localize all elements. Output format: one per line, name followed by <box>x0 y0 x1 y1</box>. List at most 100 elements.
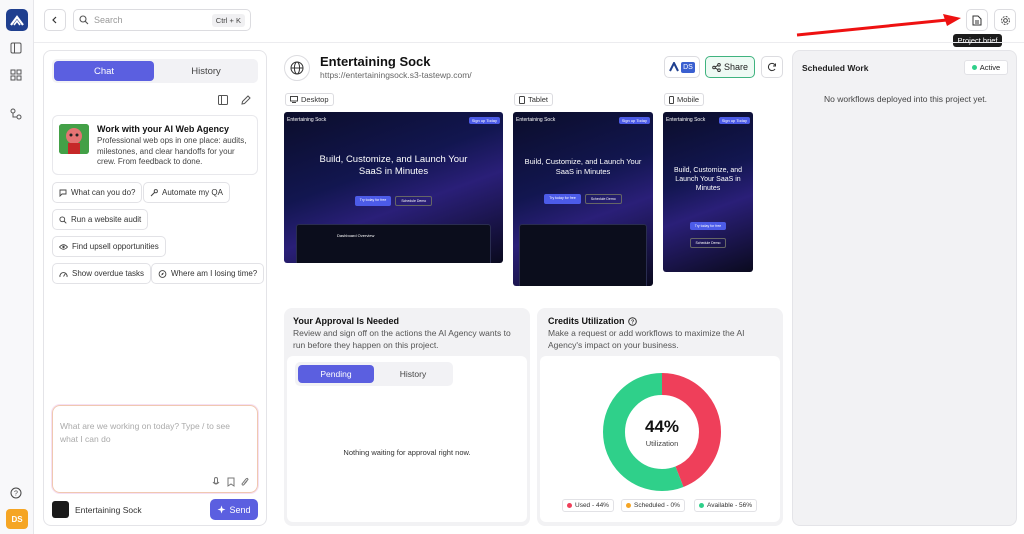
chat-bubble-icon <box>59 189 67 197</box>
desktop-label-text: Desktop <box>301 95 329 104</box>
preview-secondary-cta: Schedule Demo <box>689 238 727 248</box>
credits-content: 44% Utilization Used - 44% Scheduled - 0… <box>540 356 780 522</box>
help-icon[interactable]: ? <box>627 316 637 326</box>
agency-logo-icon <box>669 62 680 72</box>
document-icon <box>972 15 982 25</box>
user-avatar[interactable]: DS <box>6 509 28 529</box>
legend-used-label: Used - 44% <box>575 502 609 509</box>
preview-hero: Build, Customize, and Launch Your SaaS i… <box>319 154 468 177</box>
tablet-preview[interactable]: Entertaining Sock Sign up Today Build, C… <box>513 112 653 286</box>
approval-tabs: Pending History <box>295 362 453 386</box>
preview-primary-cta-row: Try today for free <box>663 222 753 230</box>
preview-primary-cta: Try today for free <box>544 194 581 204</box>
share-button[interactable]: Share <box>705 56 755 78</box>
search-icon <box>79 15 89 25</box>
status-label: Active <box>979 63 1001 72</box>
search-input[interactable]: Search Ctrl + K <box>73 9 251 31</box>
send-label: Send <box>229 504 251 515</box>
site-favicon <box>284 55 310 81</box>
new-chat-icon[interactable] <box>240 94 252 106</box>
agency-badge: DS <box>681 61 695 73</box>
tab-approval-history[interactable]: History <box>375 365 451 383</box>
desktop-preview[interactable]: Entertaining Sock Sign up Today Build, C… <box>284 112 503 263</box>
paperclip-icon[interactable] <box>241 477 249 487</box>
legend-available-label: Available - 56% <box>707 502 753 509</box>
phone-icon <box>669 95 674 104</box>
suggestion-label: What can you do? <box>71 188 136 197</box>
suggestion-label: Where am I losing time? <box>171 269 258 278</box>
microphone-icon[interactable] <box>212 477 220 487</box>
eye-icon <box>59 243 68 250</box>
project-brief-button[interactable] <box>966 9 988 31</box>
suggestion-chip[interactable]: Automate my QA <box>143 182 230 203</box>
globe-icon <box>290 61 304 75</box>
suggestion-chip[interactable]: Show overdue tasks <box>52 263 152 284</box>
scheduled-empty-state: No workflows deployed into this project … <box>824 94 987 104</box>
legend-available: Available - 56% <box>694 499 758 512</box>
mobile-preview[interactable]: Entertaining Sock Sign up Today Build, C… <box>663 112 753 272</box>
refresh-icon <box>767 62 776 72</box>
preview-secondary-cta-row: Schedule Demo <box>663 238 753 248</box>
preview-site-name: Entertaining Sock <box>666 117 706 123</box>
preview-nav-button: Sign up Today <box>618 116 650 124</box>
grid-icon[interactable] <box>8 67 24 83</box>
credits-card: Credits Utilization ? Make a request or … <box>537 308 783 526</box>
scheduled-work-title: Scheduled Work <box>802 63 869 73</box>
preview-primary-cta: Try today for free <box>689 222 727 230</box>
share-label: Share <box>723 62 749 72</box>
legend-used-swatch <box>567 503 572 508</box>
project-url[interactable]: https://entertainingsock.s3-tastewp.com/ <box>320 70 472 80</box>
search-icon <box>59 215 67 224</box>
chat-panel: Chat History Work with your AI Web Agenc… <box>43 50 267 526</box>
tab-chat[interactable]: Chat <box>54 61 154 81</box>
chat-tabs: Chat History <box>52 59 258 83</box>
bookmark-icon[interactable] <box>227 477 235 487</box>
welcome-card: Work with your AI Web Agency Professiona… <box>52 115 258 175</box>
suggestion-chip[interactable]: Run a website audit <box>52 209 149 230</box>
tab-history[interactable]: History <box>156 61 256 81</box>
settings-button[interactable] <box>994 9 1016 31</box>
project-thumbnail <box>52 501 69 518</box>
preview-primary-cta: Try today for free <box>354 196 392 206</box>
left-rail: ? DS <box>0 0 34 534</box>
donut-center: 44% Utilization <box>602 372 722 492</box>
suggestion-chip[interactable]: Find upsell opportunities <box>52 236 166 257</box>
app-logo[interactable] <box>6 9 28 31</box>
suggestion-label: Find upsell opportunities <box>72 242 159 251</box>
suggestion-label: Automate my QA <box>162 188 223 197</box>
search-placeholder: Search <box>94 15 123 25</box>
preview-dashboard <box>519 224 647 286</box>
legend-scheduled: Scheduled - 0% <box>621 499 685 512</box>
welcome-title: Work with your AI Web Agency <box>97 124 230 134</box>
chat-composer[interactable]: What are we working on today? Type / to … <box>52 405 258 493</box>
welcome-description: Professional web ops in one place: audit… <box>97 136 247 166</box>
suggestion-chip[interactable]: Where am I losing time? <box>151 263 265 284</box>
credits-title-row: Credits Utilization ? <box>548 316 637 326</box>
send-button[interactable]: Send <box>210 499 258 520</box>
project-selector[interactable]: Entertaining Sock <box>52 499 152 520</box>
preview-site-name: Entertaining Sock <box>516 117 556 123</box>
gear-icon <box>1000 15 1010 25</box>
workflow-icon[interactable] <box>8 106 24 122</box>
project-selector-label: Entertaining Sock <box>75 504 142 515</box>
chevron-left-icon <box>52 16 57 24</box>
preview-site-name: Entertaining Sock <box>287 117 327 123</box>
preview-nav: Entertaining Sock Sign up Today <box>516 116 650 124</box>
compass-icon <box>158 269 167 278</box>
legend-used: Used - 44% <box>562 499 614 512</box>
suggestion-chip[interactable]: What can you do? <box>52 182 143 203</box>
panel-icon[interactable] <box>8 40 24 56</box>
approval-description: Review and sign off on the actions the A… <box>293 328 511 350</box>
back-button[interactable] <box>44 9 66 31</box>
utilization-value: 44% <box>644 416 680 436</box>
preview-nav: Entertaining Sock Sign up Today <box>287 116 500 124</box>
approval-title: Your Approval Is Needed <box>293 316 400 326</box>
scheduled-work-panel: Scheduled Work Active No workflows deplo… <box>792 50 1017 526</box>
tab-pending[interactable]: Pending <box>298 365 374 383</box>
approval-content: Pending History Nothing waiting for appr… <box>287 356 527 522</box>
help-icon[interactable]: ? <box>8 485 24 501</box>
agency-button[interactable]: DS <box>664 56 700 78</box>
refresh-button[interactable] <box>761 56 783 78</box>
preview-nav-button: Sign up Today <box>468 116 500 124</box>
sidebar-toggle-icon[interactable] <box>217 94 229 106</box>
